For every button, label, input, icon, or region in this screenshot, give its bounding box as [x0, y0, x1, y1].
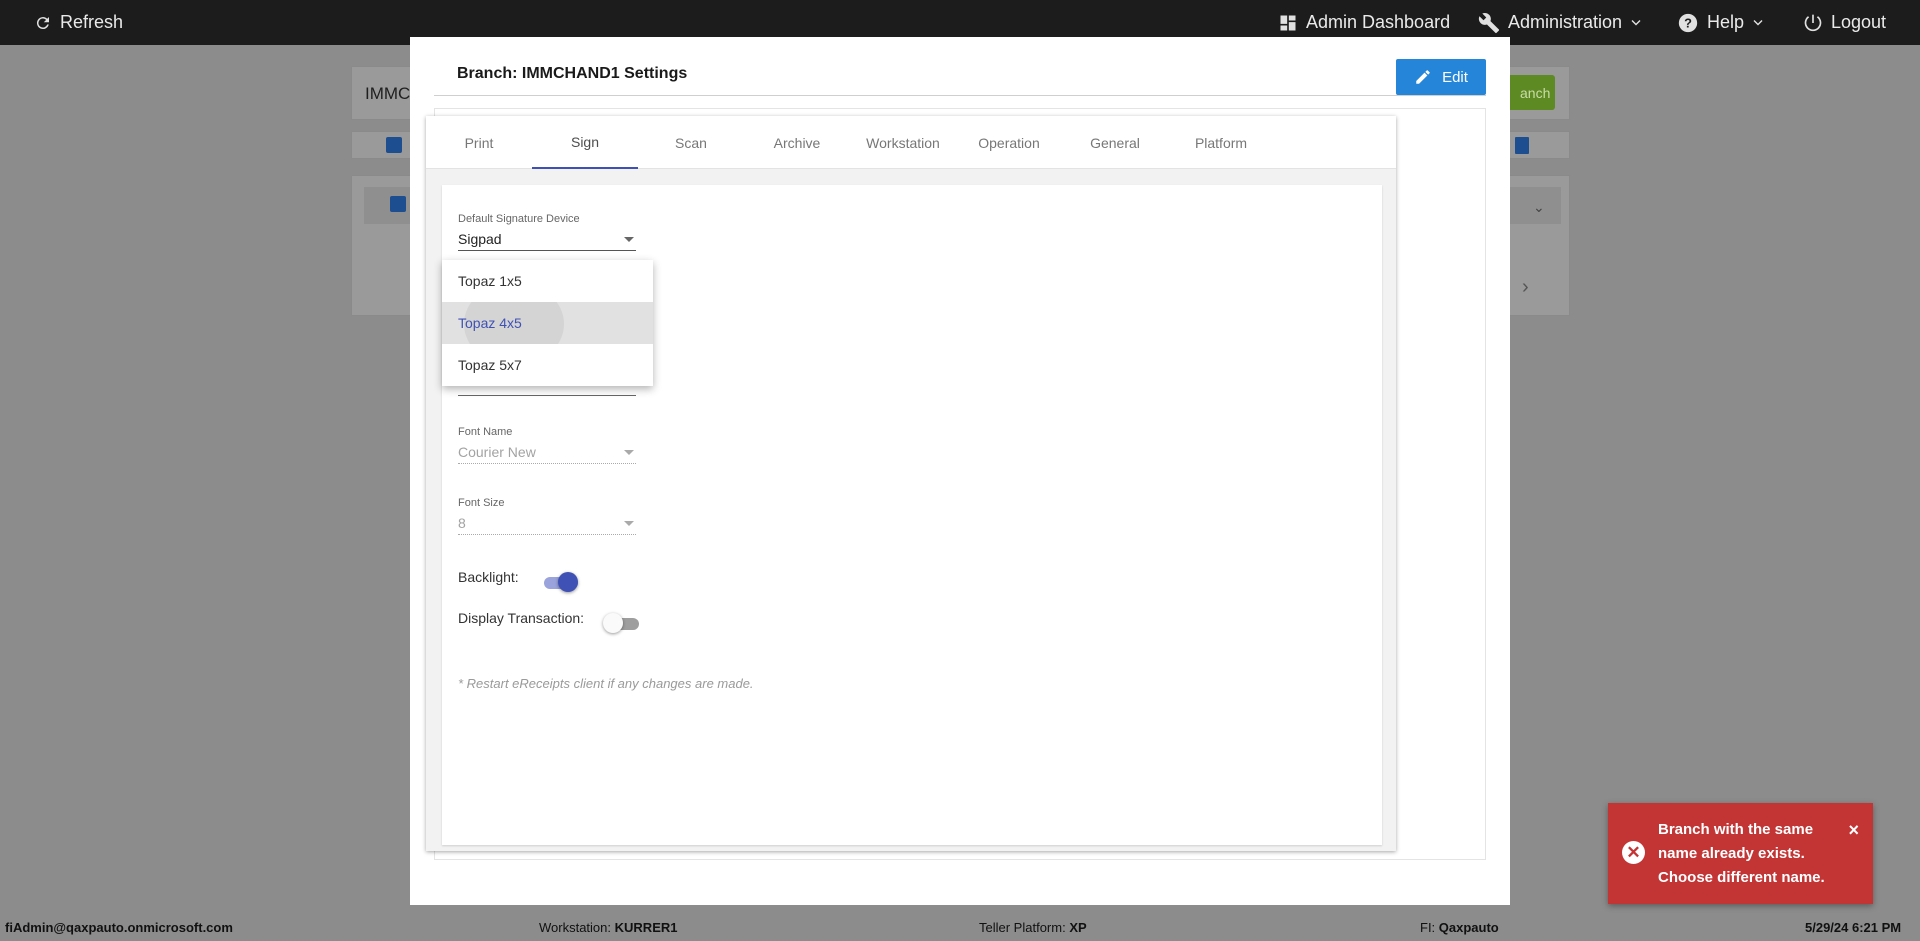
dashboard-icon [1280, 15, 1296, 30]
edit-button[interactable]: Edit [1396, 59, 1486, 95]
status-fi: FI: Qaxpauto [1420, 920, 1499, 935]
pencil-icon [1416, 70, 1430, 84]
font-size-value: 8 [458, 515, 466, 531]
help-menu[interactable]: ? Help [1677, 0, 1764, 45]
option-label: Topaz 1x5 [458, 273, 522, 289]
tab-workstation[interactable]: Workstation [850, 116, 956, 169]
backlight-label: Backlight: [458, 569, 519, 585]
font-name-value: Courier New [458, 444, 536, 460]
backlight-toggle[interactable] [542, 571, 582, 593]
logout-label: Logout [1831, 12, 1887, 32]
font-name-label: Font Name [458, 426, 513, 438]
chevron-down-icon [1753, 19, 1763, 25]
tab-platform[interactable]: Platform [1168, 116, 1274, 169]
option-topaz-4x5[interactable]: Topaz 4x5 [442, 302, 653, 344]
wrench-icon [1478, 12, 1500, 33]
help-label: Help [1707, 12, 1745, 32]
refresh-button[interactable]: Refresh [34, 0, 123, 45]
signature-device-dropdown: Topaz 1x5 Topaz 4x5 Topaz 5x7 [442, 260, 653, 386]
chevron-down-icon [1631, 19, 1641, 25]
option-topaz-5x7[interactable]: Topaz 5x7 [442, 344, 653, 386]
status-platform-value: XP [1069, 920, 1087, 935]
settings-tab-bar: Print Sign Scan Archive Workstation Oper… [426, 116, 1396, 169]
status-platform: Teller Platform: XP [979, 920, 1087, 935]
status-user: fiAdmin@qaxpauto.onmicrosoft.com [5, 920, 233, 935]
power-icon [1804, 14, 1822, 31]
error-toast: ✕ Branch with the same name already exis… [1608, 803, 1873, 904]
toast-message: Branch with the same name already exists… [1658, 821, 1825, 886]
toggle-knob [603, 613, 623, 633]
status-fi-label: FI: [1420, 920, 1436, 935]
font-size-select[interactable]: 8 [458, 513, 636, 535]
error-circle-icon: ✕ [1622, 841, 1645, 864]
status-bar: fiAdmin@qaxpauto.onmicrosoft.com Worksta… [0, 914, 1920, 941]
dialog-header: Branch: IMMCHAND1 Settings [434, 58, 1486, 96]
edit-label: Edit [1442, 68, 1468, 86]
tab-print[interactable]: Print [426, 116, 532, 169]
toggle-knob [558, 572, 578, 592]
default-signature-device-select[interactable]: Sigpad [458, 229, 636, 251]
background-select-all-checkbox [386, 137, 402, 153]
dropdown-arrow-icon [624, 450, 634, 455]
background-expand-chevron-icon: ⌄ [1533, 199, 1545, 215]
hidden-field-underline [458, 395, 636, 396]
tab-general[interactable]: General [1062, 116, 1168, 169]
logout-button[interactable]: Logout [1803, 0, 1886, 45]
background-next-chevron-icon: › [1522, 276, 1529, 298]
status-platform-label: Teller Platform: [979, 920, 1066, 935]
option-label: Topaz 5x7 [458, 357, 522, 373]
sign-settings-form: Default Signature Device Sigpad Topaz 1x… [442, 185, 1382, 845]
background-add-branch-label: anch [1520, 84, 1551, 101]
status-workstation: Workstation: KURRER1 [539, 920, 677, 935]
help-circle-icon: ? [1678, 13, 1698, 32]
option-label: Topaz 4x5 [458, 315, 522, 331]
settings-tabs-panel: Print Sign Scan Archive Workstation Oper… [426, 116, 1396, 851]
display-transaction-label: Display Transaction: [458, 610, 585, 626]
tab-sign[interactable]: Sign [532, 116, 638, 169]
branch-settings-dialog: Branch: IMMCHAND1 Settings Edit Print Si… [410, 37, 1510, 905]
background-trash-icon [1515, 137, 1529, 154]
restart-note: * Restart eReceipts client if any change… [458, 676, 754, 691]
tab-scan[interactable]: Scan [638, 116, 744, 169]
dropdown-arrow-icon [624, 237, 634, 242]
status-fi-value: Qaxpauto [1438, 920, 1499, 935]
option-topaz-1x5[interactable]: Topaz 1x5 [442, 260, 653, 302]
background-row-checkbox [390, 196, 406, 212]
status-workstation-label: Workstation: [539, 920, 612, 935]
background-search-value: IMMC [365, 84, 411, 103]
default-signature-device-label: Default Signature Device [458, 213, 580, 225]
refresh-icon [36, 16, 49, 29]
font-name-select[interactable]: Courier New [458, 442, 636, 464]
refresh-label: Refresh [60, 12, 124, 32]
dialog-title: Branch: IMMCHAND1 Settings [457, 65, 688, 82]
status-datetime: 5/29/24 6:21 PM [1805, 920, 1902, 935]
status-workstation-value: KURRER1 [614, 920, 678, 935]
default-signature-device-value: Sigpad [458, 231, 502, 247]
toast-close-icon[interactable]: × [1848, 820, 1859, 841]
font-size-label: Font Size [458, 497, 505, 509]
administration-label: Administration [1508, 12, 1623, 32]
tab-archive[interactable]: Archive [744, 116, 850, 169]
display-transaction-toggle[interactable] [603, 612, 643, 634]
dropdown-arrow-icon [624, 521, 634, 526]
admin-dashboard-label: Admin Dashboard [1306, 12, 1451, 32]
tab-operation[interactable]: Operation [956, 116, 1062, 169]
svg-text:?: ? [1684, 15, 1692, 30]
